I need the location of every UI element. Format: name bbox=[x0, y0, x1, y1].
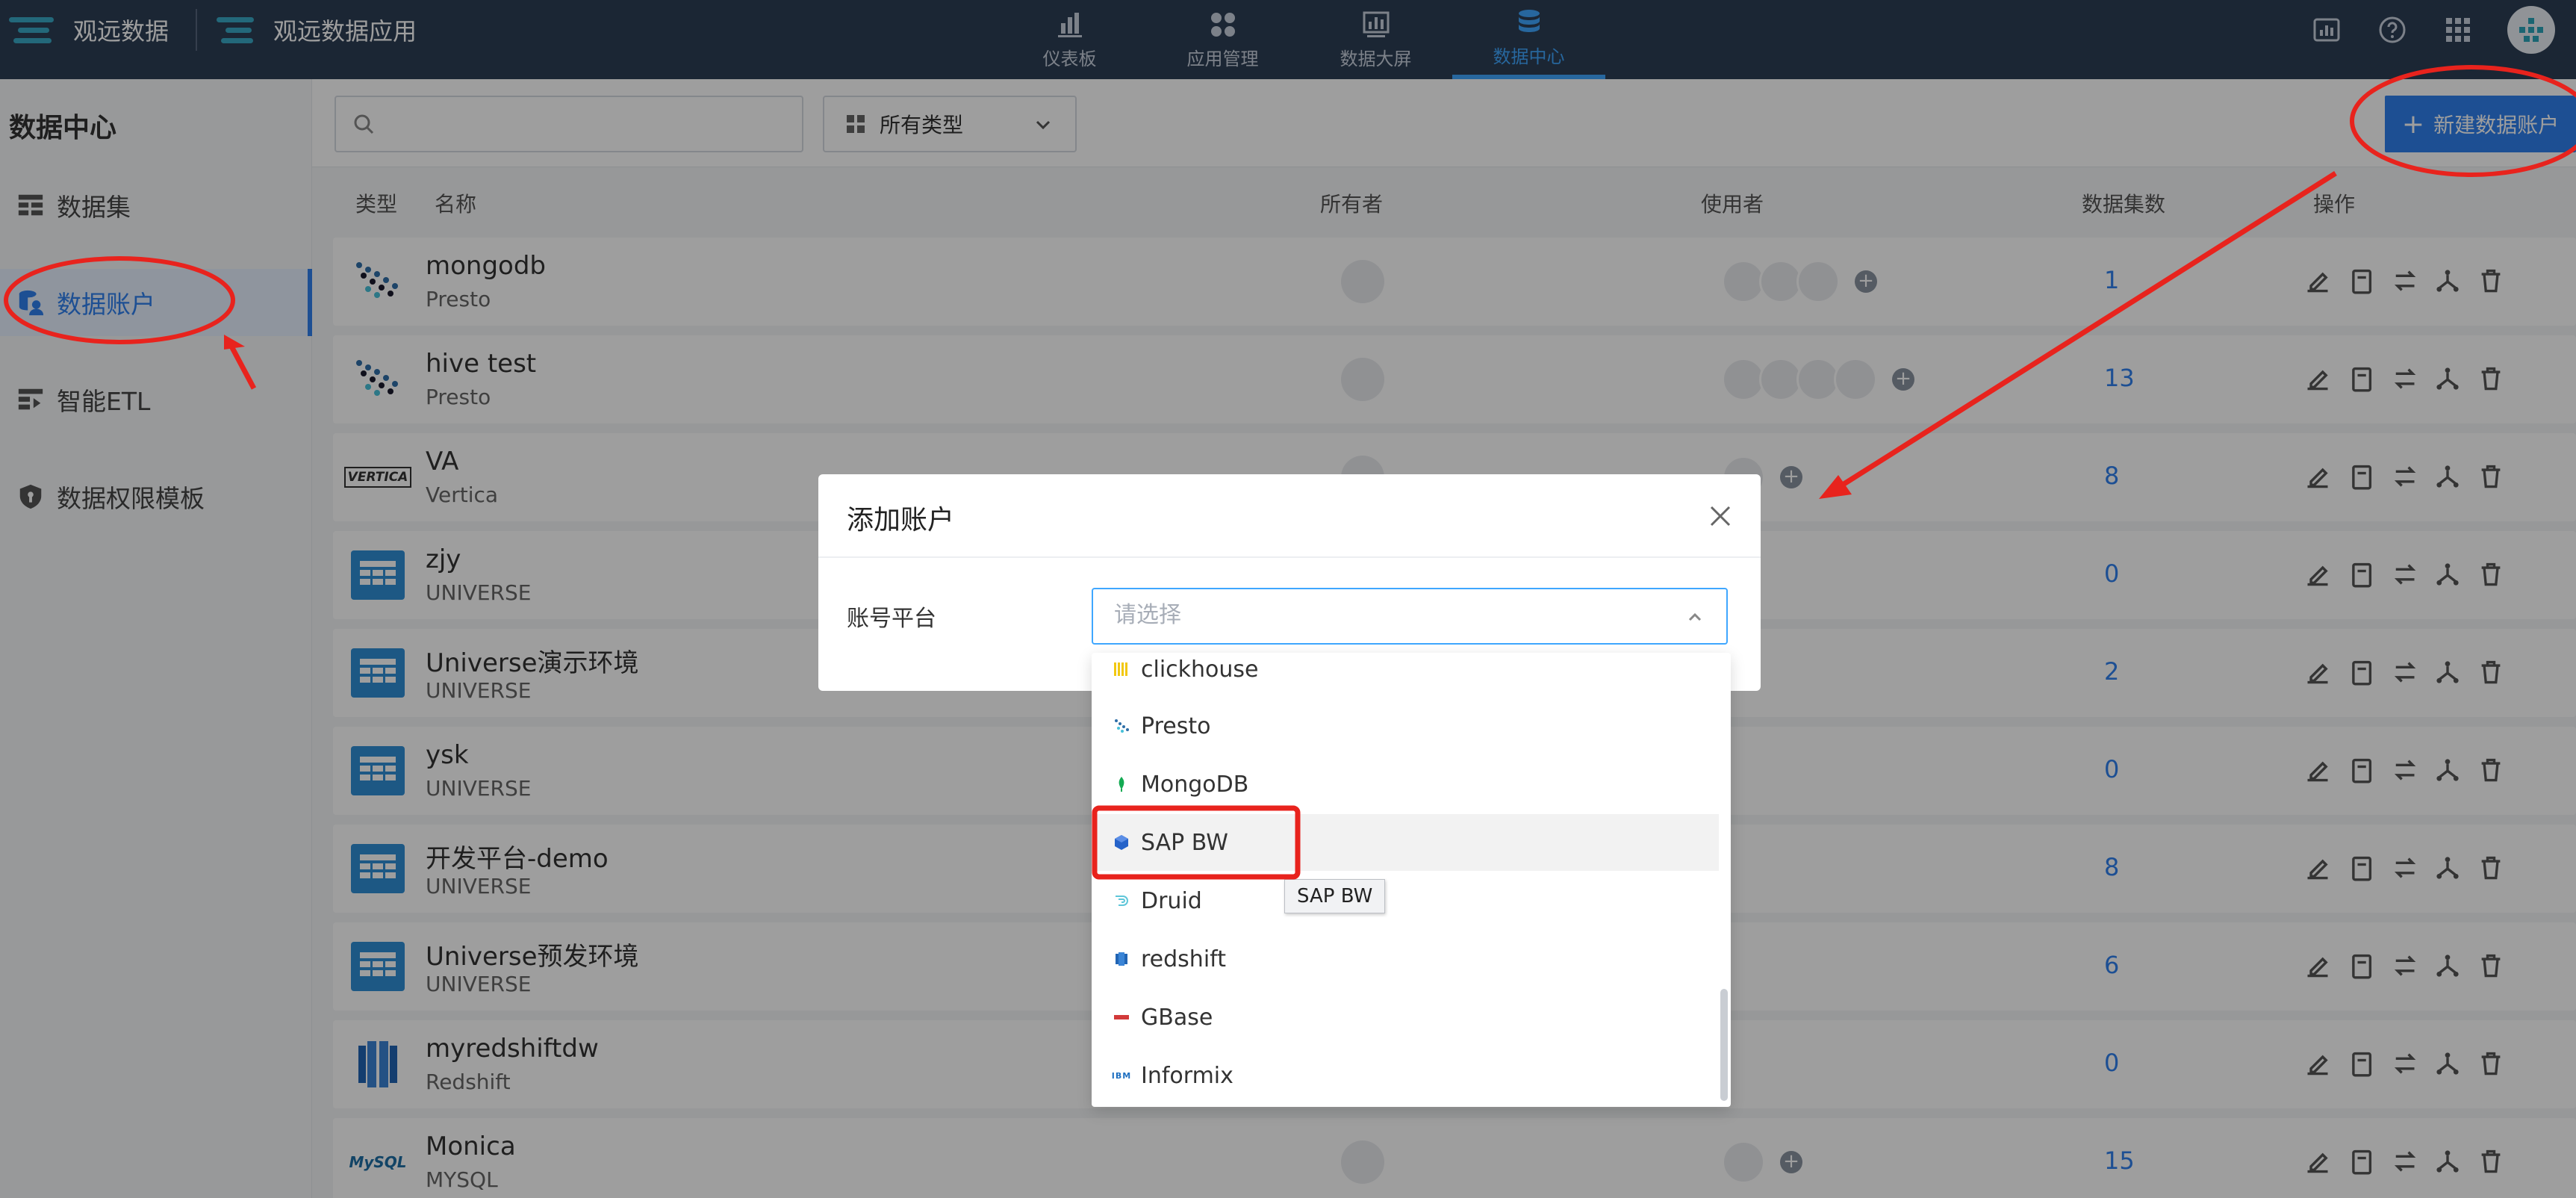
dialog-title: 添加账户 bbox=[847, 505, 955, 536]
close-icon[interactable] bbox=[1707, 503, 1734, 530]
dropdown-scrollbar[interactable] bbox=[1720, 989, 1728, 1101]
option-label: MongoDB bbox=[1141, 771, 1249, 798]
option-clickhouse[interactable]: clickhouse bbox=[1092, 653, 1719, 698]
gbase-icon bbox=[1113, 1008, 1130, 1026]
dialog-header: 添加账户 bbox=[818, 474, 1761, 558]
chevron-up-icon bbox=[1688, 612, 1702, 621]
redshift-icon bbox=[1113, 950, 1130, 968]
option-label: GBase bbox=[1141, 1004, 1213, 1031]
account-platform-input[interactable] bbox=[1114, 603, 1667, 628]
account-platform-select[interactable] bbox=[1092, 588, 1728, 645]
option-informix[interactable]: IBM Informix bbox=[1092, 1047, 1719, 1104]
option-mongodb[interactable]: MongoDB bbox=[1092, 756, 1719, 813]
option-sap-bw[interactable]: SAP BW bbox=[1092, 814, 1719, 871]
presto-icon bbox=[1113, 717, 1130, 735]
platform-dropdown: clickhouse Presto MongoDB SAP BW Druid r… bbox=[1092, 653, 1731, 1107]
option-label: clickhouse bbox=[1141, 656, 1259, 683]
mongodb-leaf-icon bbox=[1113, 775, 1130, 793]
option-label: redshift bbox=[1141, 946, 1226, 972]
option-presto[interactable]: Presto bbox=[1092, 698, 1719, 754]
option-label: Presto bbox=[1141, 713, 1211, 739]
option-gbase[interactable]: GBase bbox=[1092, 989, 1719, 1046]
sap-bw-cube-icon bbox=[1113, 834, 1130, 851]
clickhouse-icon bbox=[1113, 660, 1130, 678]
option-label: Druid bbox=[1141, 887, 1202, 914]
account-platform-label: 账号平台 bbox=[847, 606, 936, 632]
option-tooltip: SAP BW bbox=[1284, 879, 1386, 913]
option-redshift[interactable]: redshift bbox=[1092, 931, 1719, 987]
ibm-icon: IBM bbox=[1111, 1067, 1132, 1084]
druid-icon bbox=[1113, 892, 1130, 910]
option-druid[interactable]: Druid bbox=[1092, 872, 1719, 929]
option-label: SAP BW bbox=[1141, 829, 1228, 856]
option-label: Informix bbox=[1141, 1062, 1233, 1089]
ibm-logo: IBM bbox=[1111, 1070, 1132, 1081]
